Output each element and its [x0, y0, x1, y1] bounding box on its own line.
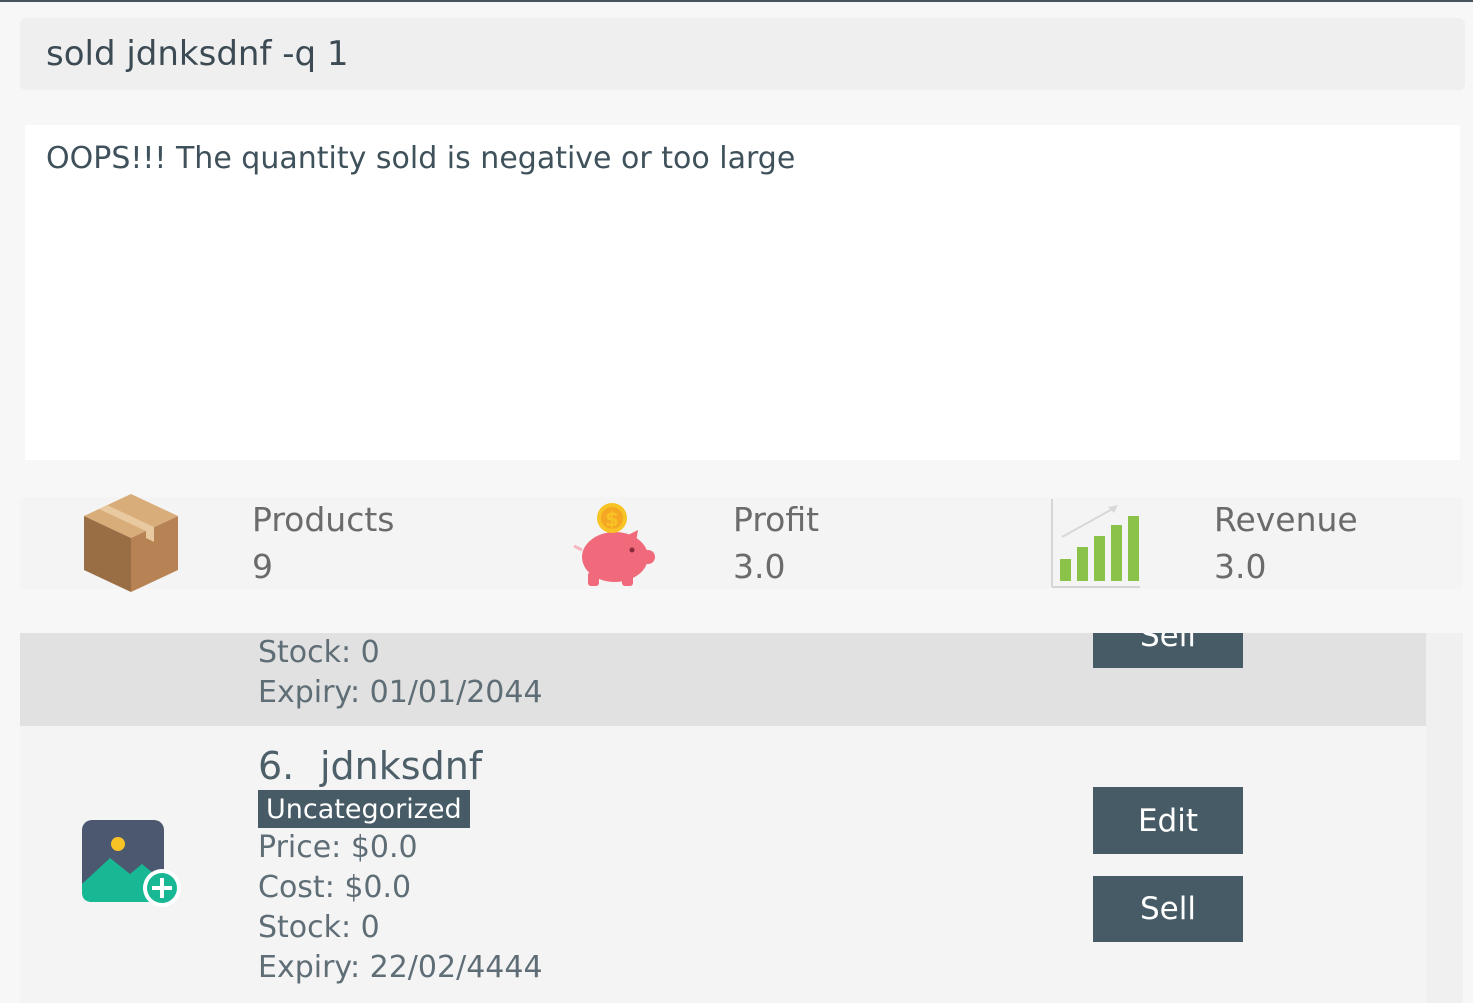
revenue-label: Revenue [1214, 500, 1358, 539]
product-stock: Stock: 0 [258, 635, 380, 670]
bar-chart-icon [1051, 499, 1140, 588]
product-expiry: Expiry: 01/01/2044 [258, 675, 543, 710]
svg-text:$: $ [605, 507, 619, 531]
product-list[interactable]: Stock: 0 Expiry: 01/01/2044 Sell 6. jdnks… [20, 633, 1426, 1003]
product-title: 6. jdnksdnf [258, 744, 482, 788]
product-index: 6. [258, 744, 295, 788]
product-stock: Stock: 0 [258, 910, 380, 945]
list-item: Stock: 0 Expiry: 01/01/2044 Sell [20, 633, 1426, 726]
product-cost: Cost: $0.0 [258, 870, 412, 905]
sell-button[interactable]: Sell [1093, 633, 1243, 668]
profit-label: Profit [733, 500, 820, 539]
window-top-border [0, 0, 1473, 2]
products-value: 9 [252, 547, 273, 586]
command-input[interactable]: sold jdnksdnf -q 1 [20, 18, 1465, 90]
add-image-icon[interactable] [80, 818, 184, 910]
command-input-value[interactable]: sold jdnksdnf -q 1 [46, 34, 349, 74]
product-price: Price: $0.0 [258, 830, 418, 865]
product-expiry: Expiry: 22/02/4444 [258, 950, 543, 985]
edit-button[interactable]: Edit [1093, 787, 1243, 854]
result-message: OOPS!!! The quantity sold is negative or… [46, 141, 796, 176]
list-scrollbar[interactable] [1426, 633, 1463, 1003]
list-item: 6. jdnksdnf Uncategorized Price: $0.0 Cos… [20, 726, 1426, 1003]
sell-button[interactable]: Sell [1093, 876, 1243, 942]
category-badge: Uncategorized [258, 790, 470, 828]
stats-bar: Products 9 $ Profit 3.0 Revenue 3.0 [20, 494, 1463, 592]
revenue-value: 3.0 [1214, 547, 1267, 586]
result-display: OOPS!!! The quantity sold is negative or… [25, 125, 1460, 460]
piggy-bank-icon: $ [573, 503, 655, 586]
products-label: Products [252, 500, 395, 539]
product-name: jdnksdnf [320, 744, 483, 788]
box-icon [84, 494, 178, 592]
profit-value: 3.0 [733, 547, 786, 586]
